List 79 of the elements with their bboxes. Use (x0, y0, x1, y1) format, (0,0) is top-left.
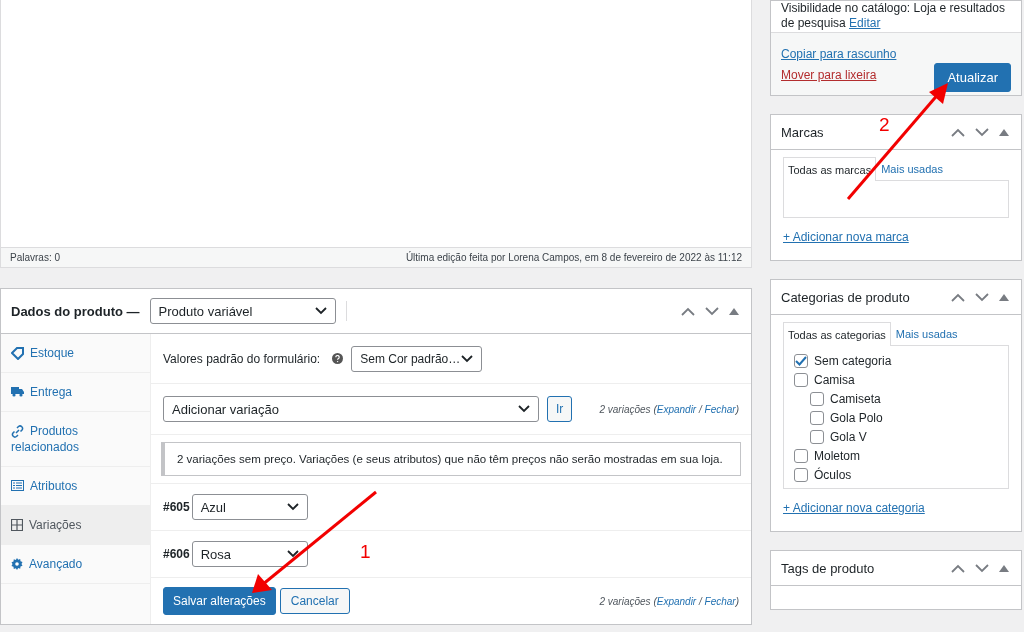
chevron-down-icon[interactable] (705, 306, 719, 316)
truck-icon (11, 386, 24, 397)
panel-tab[interactable]: Mais usadas (876, 156, 948, 180)
chevron-up-icon[interactable] (681, 306, 695, 316)
variation-select[interactable]: Rosa (191, 541, 308, 567)
panel-title: Dados do produto — (11, 303, 140, 319)
collapse-triangle-icon[interactable] (729, 307, 739, 315)
checkbox[interactable] (810, 411, 824, 425)
edit-link[interactable]: Editar (849, 16, 881, 30)
gear-icon (11, 558, 23, 570)
panel-tab[interactable]: Todas as marcas (783, 157, 877, 181)
category-label: Gola Polo (830, 411, 883, 425)
add-category-link[interactable]: + Adicionar nova categoria (783, 501, 925, 515)
trash-link[interactable]: Mover para lixeira (781, 67, 897, 82)
notice: 2 variações sem preço. Variações (e seus atributos) que não têm preços não serão mostradas em sua loja. (161, 442, 741, 476)
category-label: Óculos (814, 468, 852, 482)
chevron-down-icon[interactable] (975, 127, 989, 137)
collapse-triangle-icon[interactable] (999, 293, 1009, 301)
checkbox[interactable] (794, 373, 808, 387)
checkbox[interactable] (794, 354, 808, 368)
variation-count: 2 variações (Expandir / Fechar) (599, 595, 739, 607)
list-icon (11, 480, 24, 491)
update-button[interactable]: Atualizar (934, 62, 1011, 92)
close-link[interactable]: Fechar (704, 403, 736, 415)
visibility-text: Visibilidade no catálogo: Loja e resultados (781, 1, 1006, 16)
go-button[interactable]: Ir (547, 396, 573, 422)
panel-title: Categorias de produto (781, 289, 910, 305)
tag-icon (11, 347, 24, 360)
link-icon (11, 425, 24, 438)
defaults-label: Valores padrão do formulário: (163, 351, 321, 366)
chevron-down-icon[interactable] (975, 292, 989, 302)
chevron-down-icon (518, 405, 530, 413)
product-data-tab[interactable]: Estoque (1, 334, 150, 373)
checkbox[interactable] (794, 468, 808, 482)
category-label: Camiseta (830, 392, 881, 406)
checkbox[interactable] (810, 430, 824, 444)
category-label: Sem categoria (814, 354, 892, 368)
cancel-button[interactable]: Cancelar (279, 588, 350, 614)
help-icon[interactable] (332, 353, 344, 364)
variation-id: #606 (163, 547, 190, 561)
chevron-up-icon[interactable] (951, 127, 965, 137)
panel-title: Marcas (781, 124, 824, 140)
chevron-down-icon (286, 550, 299, 558)
product-type-select[interactable]: Produto variável (149, 298, 336, 324)
category-label: Camisa (814, 373, 855, 387)
product-data-tab[interactable]: Entrega (1, 373, 150, 412)
checkbox[interactable] (810, 392, 824, 406)
category-label: Gola V (830, 430, 867, 444)
collapse-triangle-icon[interactable] (999, 564, 1009, 572)
last-edit-text: Última edição feita por Lorena Campos, em 8 de fevereiro de 2022 às 11:12 (405, 252, 742, 263)
panel-tab[interactable]: Mais usadas (890, 321, 963, 345)
variation-select[interactable]: Azul (191, 494, 308, 520)
collapse-triangle-icon[interactable] (999, 128, 1009, 136)
visibility-text: de pesquisa Editar (781, 16, 882, 31)
copy-draft-link[interactable]: Copiar para rascunho (781, 46, 897, 61)
save-button[interactable]: Salvar alterações (163, 587, 276, 615)
panel-tab[interactable]: Todas as categorias (783, 322, 891, 346)
close-link[interactable]: Fechar (704, 595, 736, 607)
chevron-up-icon[interactable] (951, 292, 965, 302)
annotation-number: 1 (360, 541, 371, 562)
chevron-down-icon (314, 307, 327, 315)
default-value-select[interactable]: Sem Cor padrão… (351, 345, 483, 372)
chevron-down-icon (286, 503, 299, 511)
product-data-tab[interactable]: Produtos relacionados (1, 412, 150, 467)
product-data-tab[interactable]: Variações (1, 506, 150, 545)
variation-id: #605 (163, 500, 190, 514)
chevron-down-icon[interactable] (975, 563, 989, 573)
checkbox[interactable] (794, 449, 808, 463)
chevron-up-icon[interactable] (951, 563, 965, 573)
variation-count: 2 variações (Expandir / Fechar) (599, 403, 739, 415)
product-data-tab[interactable]: Avançado (1, 545, 150, 584)
annotation-number: 2 (879, 114, 890, 135)
category-label: Moletom (814, 449, 860, 463)
word-count: Palavras: 0 (10, 252, 61, 263)
add-brand-link[interactable]: + Adicionar nova marca (783, 230, 909, 244)
add-variation-select[interactable]: Adicionar variação (163, 396, 539, 422)
grid-icon (11, 519, 23, 531)
panel-title: Tags de produto (781, 560, 875, 576)
chevron-down-icon (461, 354, 474, 363)
